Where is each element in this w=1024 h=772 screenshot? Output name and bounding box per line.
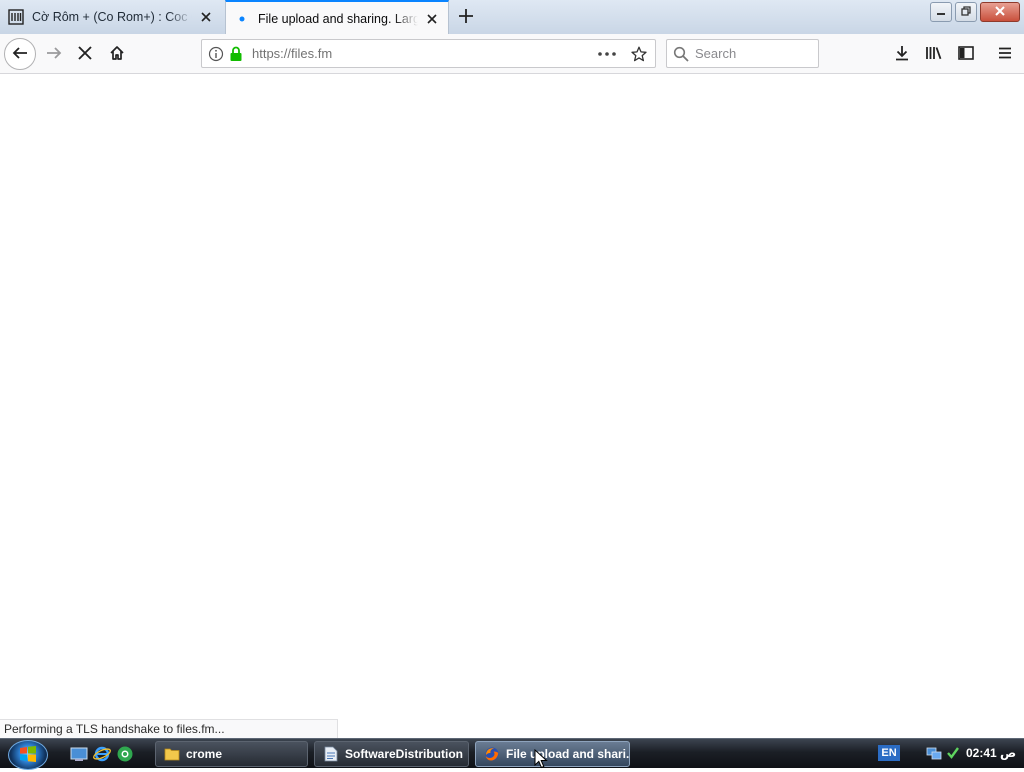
tab-strip: Cờ Rôm + (Co Rom+) : Coc Coc File upload… [0,0,1024,35]
show-desktop-icon[interactable] [70,745,88,763]
internet-explorer-icon[interactable] [93,745,111,763]
tab-close-icon[interactable] [424,11,440,27]
home-button[interactable] [101,38,133,70]
url-text[interactable]: https://files.fm [252,46,589,61]
close-icon [994,5,1006,19]
document-icon [323,746,339,762]
folder-icon [164,746,180,762]
search-bar[interactable] [666,39,819,68]
library-icon [8,9,24,25]
minimize-icon [936,5,946,19]
home-icon [109,45,125,64]
status-panel: Performing a TLS handshake to files.fm..… [0,719,338,738]
system-clock[interactable]: 02:41 ص [966,746,1016,760]
stop-button[interactable] [69,38,101,70]
plus-icon [459,8,473,26]
taskbar-window-firefox[interactable]: File upload and shari... [475,741,630,767]
taskbar-window-crome[interactable]: crome [155,741,308,767]
navigation-toolbar: https://files.fm [0,34,1024,74]
language-indicator[interactable]: EN [878,745,900,761]
minimize-button[interactable] [930,2,952,22]
search-input[interactable] [695,46,815,61]
search-icon [671,44,691,64]
menu-button[interactable] [989,38,1021,70]
tab-title: Cờ Rôm + (Co Rom+) : Coc Coc [32,10,192,24]
taskbar-window-label: SoftwareDistribution [345,747,464,761]
hamburger-menu-icon [998,47,1012,62]
tab-files-fm[interactable]: File upload and sharing. Large files [225,0,449,35]
download-icon [894,45,910,64]
info-icon[interactable] [206,44,226,64]
taskbar-window-softwaredistribution[interactable]: SoftwareDistribution [314,741,469,767]
stop-icon [78,45,92,63]
close-window-button[interactable] [980,2,1020,22]
lock-icon[interactable] [226,44,246,64]
downloads-button[interactable] [886,38,918,70]
new-tab-button[interactable] [455,6,477,28]
network-icon[interactable] [926,745,942,761]
address-bar[interactable]: https://files.fm [201,39,656,68]
page-content-area [0,75,1024,738]
library-icon [925,45,943,64]
tab-title: File upload and sharing. Large files [258,11,418,26]
mouse-cursor-icon [534,748,548,769]
restore-button[interactable] [955,2,977,22]
library-button[interactable] [918,38,950,70]
start-button[interactable] [8,740,48,770]
taskbar-window-label: crome [186,747,223,761]
forward-arrow-icon [46,45,62,64]
bookmark-star-icon[interactable] [625,44,653,64]
tab-coccoc[interactable]: Cờ Rôm + (Co Rom+) : Coc Coc [0,0,222,34]
restore-icon [961,5,971,19]
firefox-icon [484,746,500,762]
taskbar: crome SoftwareDistribution File upload a… [0,738,1024,770]
tab-close-icon[interactable] [198,9,214,25]
volume-check-icon[interactable] [945,745,961,761]
back-arrow-icon [12,45,28,64]
sidebar-button[interactable] [950,38,982,70]
sidebar-icon [958,45,974,63]
windows-logo-icon [19,745,37,766]
forward-button[interactable] [38,38,70,70]
taskbar-window-label: File upload and shari... [506,747,630,761]
coccoc-browser-icon[interactable] [116,745,134,763]
back-button[interactable] [4,38,36,70]
page-actions-icon[interactable] [593,44,621,64]
loading-dot-icon [234,11,250,27]
